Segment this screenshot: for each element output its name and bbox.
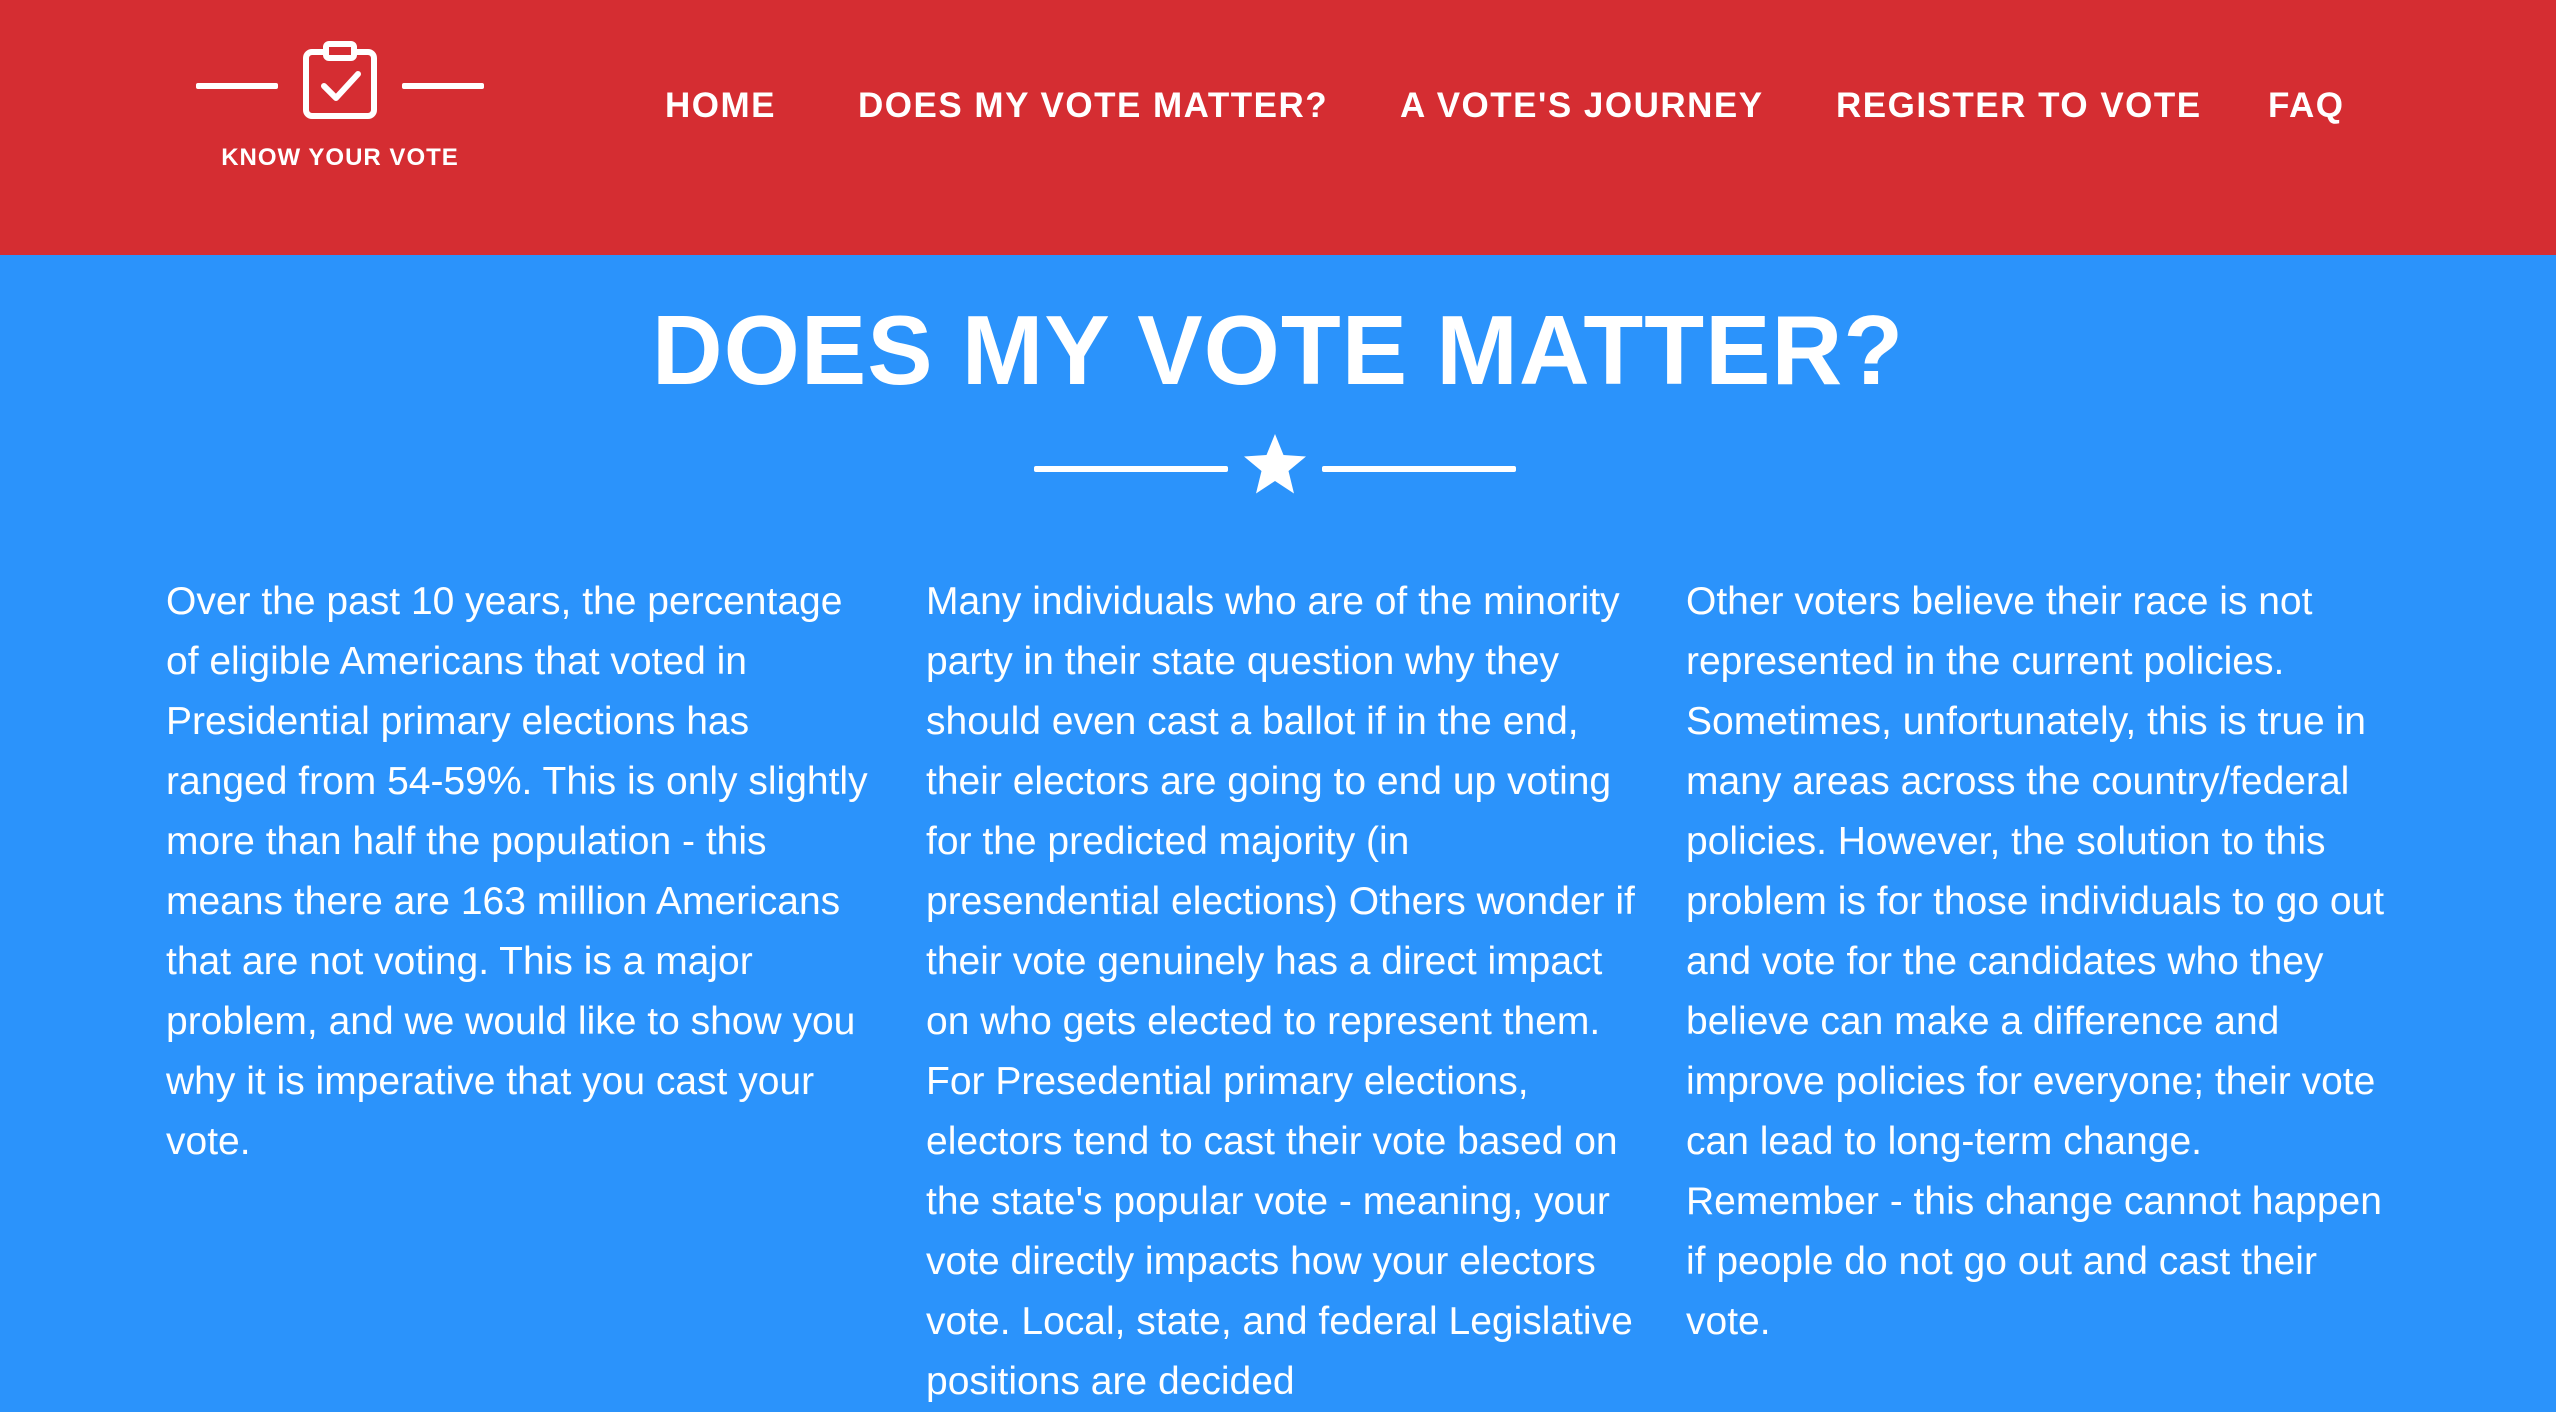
nav-item-register-to-vote[interactable]: REGISTER TO VOTE [1836,84,2202,128]
star-icon [1244,434,1306,494]
nav-item-faq[interactable]: FAQ [2268,84,2344,128]
brand-name: KNOW YOUR VOTE [221,144,459,171]
nav-item-a-votes-journey[interactable]: A VOTE'S JOURNEY [1400,84,1764,128]
nav-item-home[interactable]: HOME [665,84,776,128]
site-header: KNOW YOUR VOTE HOME DOES MY VOTE MATTER?… [0,0,2556,255]
text-column-3: Other voters believe their race is not r… [1686,580,2385,1343]
divider-line-left [1034,466,1228,472]
star-divider [1034,432,1518,496]
main-nav: HOME DOES MY VOTE MATTER? A VOTE'S JOURN… [0,84,2556,128]
page-title: DOES MY VOTE MATTER? [651,295,1905,405]
nav-item-does-my-vote-matter[interactable]: DOES MY VOTE MATTER? [858,84,1328,128]
text-column-1: Over the past 10 years, the percentage o… [166,580,868,1163]
text-column-2: Many individuals who are of the minority… [926,580,1635,1403]
divider-line-right [1322,466,1516,472]
